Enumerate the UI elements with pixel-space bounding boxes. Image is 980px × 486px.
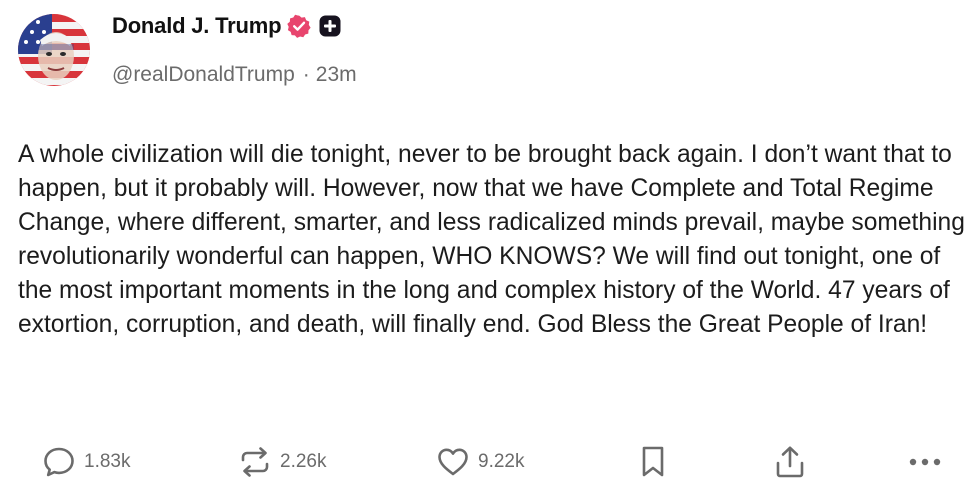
post-action-bar: 1.83k 2.26k 9.22k [0,440,980,486]
author-meta-row: @realDonaldTrump · 23m [112,60,357,90]
author-name-row: Donald J. Trump [112,10,341,42]
avatar-image [18,14,90,86]
repost-button[interactable]: 2.26k [238,444,326,480]
plus-badge-icon [319,15,341,37]
bookmark-button[interactable] [640,444,666,480]
repost-arrows-icon [238,446,272,478]
share-button[interactable] [774,444,806,480]
reply-count: 1.83k [84,451,131,472]
post-timestamp[interactable]: 23m [316,63,357,87]
more-options-button[interactable] [908,444,942,480]
speech-bubble-icon [42,446,76,478]
heart-icon [436,446,470,478]
author-handle[interactable]: @realDonaldTrump [112,63,295,87]
reply-button[interactable]: 1.83k [42,444,130,480]
verified-badge-icon [287,14,311,38]
post-card: Donald J. Trump @realDonaldTrump · 23m A… [0,0,980,486]
bookmark-icon [640,445,666,479]
share-upload-icon [774,445,806,479]
more-dots-icon [908,457,942,467]
like-count: 9.22k [478,451,525,472]
post-body-text: A whole civilization will die tonight, n… [18,141,965,338]
meta-separator: · [302,63,310,86]
repost-count: 2.26k [280,451,327,472]
display-name[interactable]: Donald J. Trump [112,13,282,39]
like-button[interactable]: 9.22k [436,444,524,480]
avatar[interactable] [18,14,90,86]
